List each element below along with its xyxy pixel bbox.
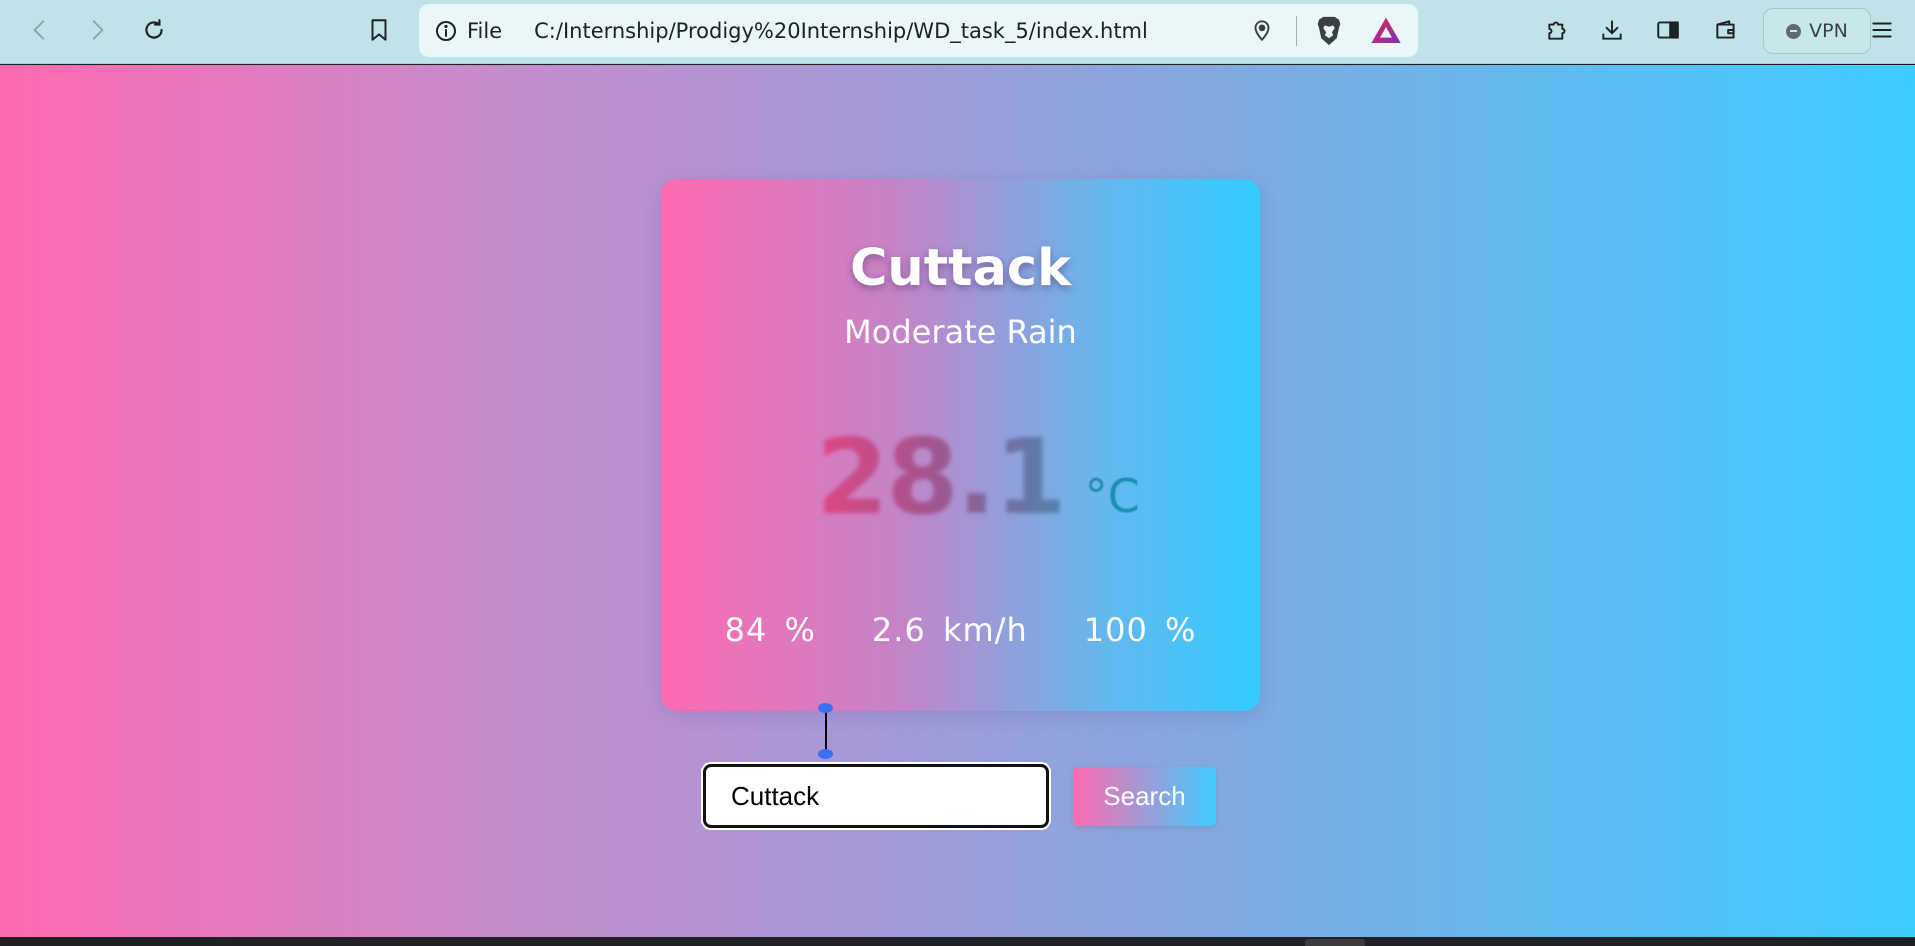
back-button[interactable] bbox=[20, 10, 60, 50]
url-text[interactable]: C:/Internship/Prodigy%20Internship/WD_ta… bbox=[534, 19, 1148, 43]
vpn-button[interactable]: VPN bbox=[1763, 8, 1871, 54]
weather-condition: Moderate Rain bbox=[844, 313, 1077, 351]
cloud-cover-value: 100 % bbox=[1083, 611, 1197, 649]
taskbar-tab bbox=[1305, 939, 1365, 946]
selection-handle-top[interactable] bbox=[818, 703, 833, 713]
menu-button[interactable] bbox=[1862, 10, 1902, 50]
address-bar-divider bbox=[1296, 16, 1297, 46]
temperature-value: 28.1 bbox=[816, 416, 1067, 538]
info-icon[interactable] bbox=[433, 18, 459, 44]
download-icon bbox=[1602, 20, 1622, 40]
sidebar-button[interactable] bbox=[1648, 10, 1688, 50]
reload-button[interactable] bbox=[134, 10, 174, 50]
bookmark-icon bbox=[371, 19, 387, 41]
wind-speed-value: 2.6 km/h bbox=[871, 611, 1028, 649]
reload-icon bbox=[145, 19, 163, 39]
temperature-display: 28.1 °C bbox=[816, 419, 1140, 529]
text-caret bbox=[825, 710, 827, 750]
sidebar-icon bbox=[1657, 21, 1679, 39]
wallet-button[interactable] bbox=[1706, 10, 1746, 50]
vpn-label: VPN bbox=[1809, 20, 1848, 42]
humidity-value: 84 % bbox=[724, 611, 816, 649]
extensions-button[interactable] bbox=[1538, 10, 1578, 50]
url-scheme-label: File bbox=[467, 18, 503, 43]
selection-handle-bottom[interactable] bbox=[818, 749, 833, 759]
city-name: Cuttack bbox=[849, 239, 1072, 298]
weather-card: Cuttack Moderate Rain 28.1 °C 84 % 2.6 k… bbox=[661, 179, 1260, 711]
downloads-button[interactable] bbox=[1592, 10, 1632, 50]
wallet-icon bbox=[1716, 20, 1735, 39]
city-search-input[interactable] bbox=[703, 764, 1049, 828]
bookmark-button[interactable] bbox=[359, 10, 399, 50]
weather-stats: 84 % 2.6 km/h 100 % bbox=[661, 611, 1260, 649]
puzzle-icon bbox=[1548, 21, 1566, 40]
forward-button[interactable] bbox=[77, 10, 117, 50]
browser-toolbar: File C:/Internship/Prodigy%20Internship/… bbox=[0, 0, 1915, 64]
hamburger-menu-icon bbox=[1872, 22, 1892, 38]
page-viewport: Cuttack Moderate Rain 28.1 °C 84 % 2.6 k… bbox=[0, 65, 1915, 937]
search-button[interactable]: Search bbox=[1073, 767, 1216, 826]
temperature-unit: °C bbox=[1084, 469, 1140, 523]
chevron-right-icon bbox=[92, 20, 104, 40]
vpn-status-icon bbox=[1786, 23, 1802, 39]
address-bar[interactable]: File C:/Internship/Prodigy%20Internship/… bbox=[419, 4, 1418, 57]
taskbar-edge bbox=[0, 937, 1915, 946]
chevron-left-icon bbox=[33, 20, 45, 40]
brave-shields-icon[interactable] bbox=[1312, 14, 1346, 48]
brave-rewards-icon[interactable] bbox=[1370, 15, 1402, 47]
location-pin-icon[interactable] bbox=[1249, 17, 1275, 43]
